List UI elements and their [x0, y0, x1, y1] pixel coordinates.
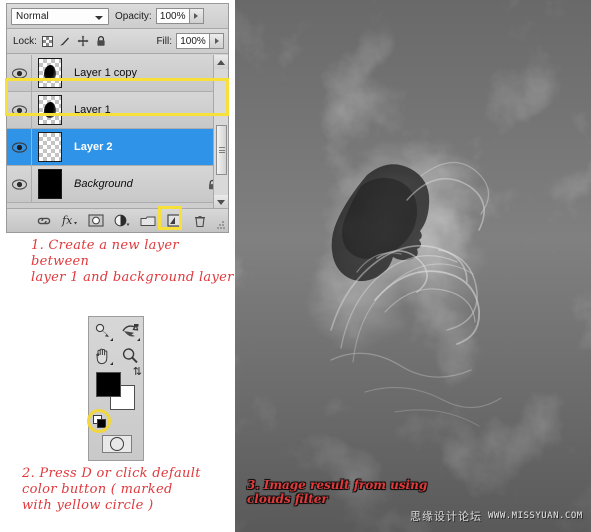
tools-palette: ⇅ [87, 316, 144, 461]
lock-position-icon[interactable] [77, 35, 89, 47]
table-row[interactable]: Layer 1 copy [7, 55, 228, 92]
link-layers-icon[interactable] [31, 210, 57, 232]
left-instruction-column: Normal Opacity: 100% Lock: Fill: 100% La… [0, 0, 235, 532]
blur-tool-icon[interactable] [116, 320, 143, 344]
table-row[interactable]: Layer 2 [7, 129, 228, 166]
lock-icon-group [41, 35, 107, 47]
new-fill-adjustment-layer-icon[interactable] [109, 210, 135, 232]
add-layer-mask-icon[interactable] [83, 210, 109, 232]
default-colors-icon[interactable] [93, 415, 106, 428]
layer-visibility-toggle[interactable] [7, 92, 32, 128]
add-layer-style-icon[interactable]: fx [57, 210, 83, 232]
clouds-filter-result-image [235, 0, 591, 532]
scrollbar-thumb[interactable] [216, 125, 227, 175]
watermark-site-name: 思缘设计论坛 [410, 510, 482, 523]
layer-visibility-toggle[interactable] [7, 166, 32, 202]
watermark-url: WWW.MISSYUAN.COM [488, 511, 583, 521]
opacity-label: Opacity: [115, 10, 152, 22]
layer-name[interactable]: Layer 1 [74, 104, 111, 116]
new-layer-icon[interactable] [161, 210, 187, 232]
fill-label: Fill: [156, 35, 172, 47]
layers-panel: Normal Opacity: 100% Lock: Fill: 100% La… [5, 3, 229, 233]
layer-name[interactable]: Layer 2 [74, 141, 113, 153]
blend-mode-select[interactable]: Normal [11, 7, 109, 25]
watermark: 思缘设计论坛 WWW.MISSYUAN.COM [410, 508, 583, 524]
layers-panel-toolbar: fx [7, 208, 228, 232]
layer-thumbnail[interactable] [38, 58, 62, 88]
layer-list-scrollbar[interactable] [213, 55, 228, 209]
resize-grip-icon[interactable] [217, 221, 225, 229]
lock-image-pixels-icon[interactable] [59, 35, 71, 47]
eye-icon [11, 141, 27, 153]
lock-fill-row: Lock: Fill: 100% [7, 29, 228, 54]
opacity-input[interactable]: 100% [155, 8, 190, 24]
foreground-color-swatch[interactable] [96, 372, 121, 397]
tool-button-grid [89, 317, 143, 368]
opacity-stepper[interactable] [189, 8, 204, 24]
delete-layer-icon[interactable] [187, 210, 213, 232]
grip-lines-icon [218, 146, 225, 155]
layer-thumbnail[interactable] [38, 95, 62, 125]
fill-input[interactable]: 100% [176, 33, 210, 49]
chevron-down-icon[interactable] [95, 15, 103, 20]
scroll-down-arrow-icon[interactable] [214, 195, 228, 209]
lock-all-icon[interactable] [95, 35, 107, 47]
eye-icon [11, 67, 27, 79]
zoom-tool-icon[interactable] [116, 344, 143, 368]
dodge-tool-icon[interactable] [89, 320, 116, 344]
smoke-face-artwork [235, 0, 591, 532]
layer-list[interactable]: Layer 1 copy Layer 1 Layer 2 Background [7, 55, 228, 209]
lock-transparent-pixels-icon[interactable] [41, 35, 53, 47]
layer-name[interactable]: Background [74, 178, 133, 190]
eye-icon [11, 178, 27, 190]
fill-stepper[interactable] [210, 33, 224, 49]
layer-thumbnail[interactable] [38, 169, 62, 199]
layer-visibility-toggle[interactable] [7, 129, 32, 165]
swap-colors-icon[interactable]: ⇅ [133, 367, 142, 378]
layer-visibility-toggle[interactable] [7, 55, 32, 91]
eye-icon [11, 104, 27, 116]
table-row[interactable]: Background [7, 166, 228, 203]
new-group-icon[interactable] [135, 210, 161, 232]
scroll-up-arrow-icon[interactable] [214, 55, 228, 69]
blend-opacity-row: Normal Opacity: 100% [7, 4, 228, 29]
svg-text:fx: fx [61, 214, 73, 227]
annotation-step-3: 3. Image result from using clouds filter [247, 478, 428, 506]
layer-thumbnail[interactable] [38, 132, 62, 162]
hand-tool-icon[interactable] [89, 344, 116, 368]
blend-mode-value: Normal [16, 10, 49, 22]
quick-mask-icon[interactable] [102, 435, 132, 453]
annotation-step-2: 2. Press D or click default color button… [22, 466, 201, 513]
lock-label: Lock: [13, 35, 37, 47]
color-swatch-group: ⇅ [96, 367, 142, 410]
table-row[interactable]: Layer 1 [7, 92, 228, 129]
layer-name[interactable]: Layer 1 copy [74, 67, 137, 79]
annotation-step-1: 1. Create a new layer between layer 1 an… [31, 238, 234, 285]
